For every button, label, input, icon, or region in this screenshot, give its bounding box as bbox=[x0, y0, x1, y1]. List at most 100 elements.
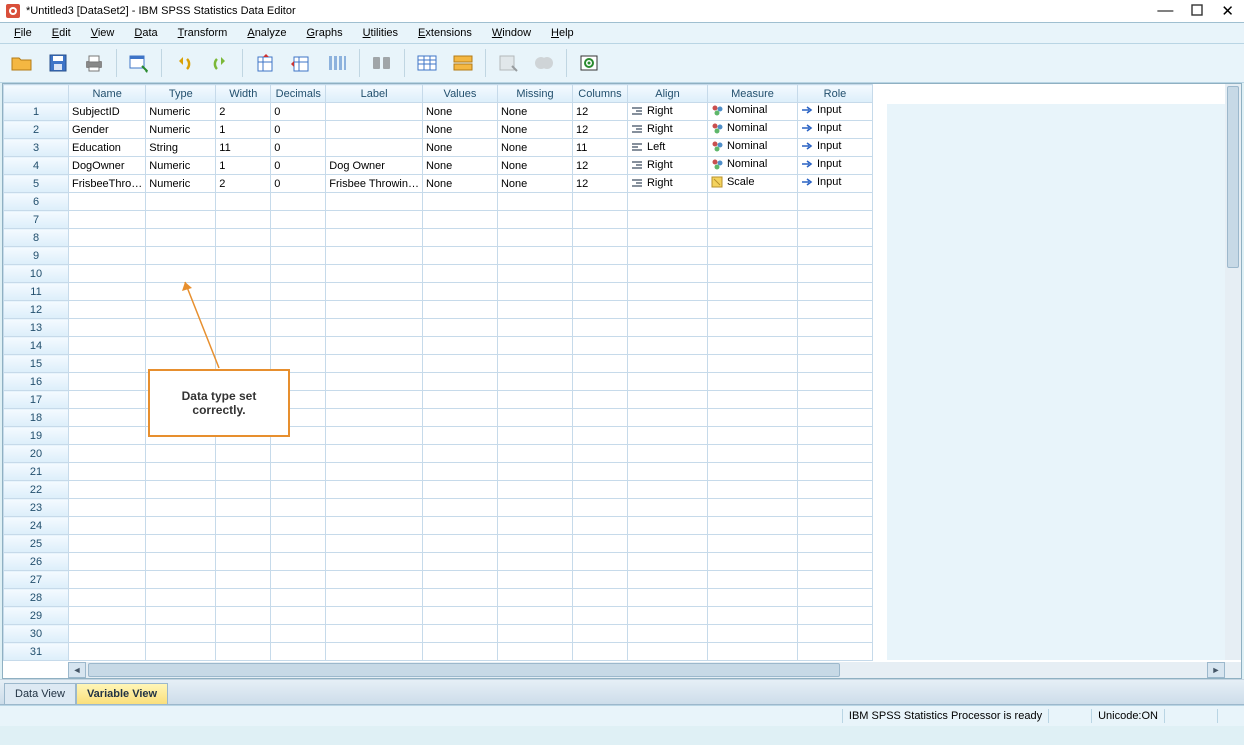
empty-cell[interactable] bbox=[271, 517, 326, 535]
cell-missing[interactable]: None bbox=[497, 103, 572, 121]
empty-cell[interactable] bbox=[146, 535, 216, 553]
empty-cell[interactable] bbox=[572, 283, 627, 301]
empty-cell[interactable] bbox=[69, 283, 146, 301]
cell-width[interactable]: 2 bbox=[216, 175, 271, 193]
cell-columns[interactable]: 12 bbox=[572, 103, 627, 121]
empty-cell[interactable] bbox=[271, 499, 326, 517]
empty-cell[interactable] bbox=[326, 337, 423, 355]
empty-cell[interactable] bbox=[797, 229, 872, 247]
row-header[interactable]: 27 bbox=[4, 571, 69, 589]
row-header[interactable]: 6 bbox=[4, 193, 69, 211]
empty-cell[interactable] bbox=[797, 337, 872, 355]
cell-type[interactable]: String bbox=[146, 139, 216, 157]
row-header[interactable]: 1 bbox=[4, 103, 69, 121]
empty-cell[interactable] bbox=[497, 553, 572, 571]
empty-cell[interactable] bbox=[69, 247, 146, 265]
empty-cell[interactable] bbox=[326, 553, 423, 571]
empty-cell[interactable] bbox=[497, 319, 572, 337]
empty-cell[interactable] bbox=[216, 265, 271, 283]
cell-label[interactable] bbox=[326, 103, 423, 121]
empty-cell[interactable] bbox=[572, 535, 627, 553]
empty-cell[interactable] bbox=[422, 229, 497, 247]
empty-cell[interactable] bbox=[497, 499, 572, 517]
empty-cell[interactable] bbox=[216, 481, 271, 499]
cell-columns[interactable]: 11 bbox=[572, 139, 627, 157]
row-header[interactable]: 12 bbox=[4, 301, 69, 319]
empty-cell[interactable] bbox=[797, 211, 872, 229]
row-header[interactable]: 17 bbox=[4, 391, 69, 409]
row-header[interactable]: 8 bbox=[4, 229, 69, 247]
empty-cell[interactable] bbox=[69, 373, 146, 391]
cell-missing[interactable]: None bbox=[497, 175, 572, 193]
empty-cell[interactable] bbox=[326, 643, 423, 661]
empty-cell[interactable] bbox=[572, 607, 627, 625]
empty-cell[interactable] bbox=[69, 553, 146, 571]
empty-cell[interactable] bbox=[572, 643, 627, 661]
empty-cell[interactable] bbox=[69, 499, 146, 517]
empty-cell[interactable] bbox=[707, 625, 797, 643]
empty-cell[interactable] bbox=[216, 499, 271, 517]
empty-cell[interactable] bbox=[271, 481, 326, 499]
empty-cell[interactable] bbox=[69, 481, 146, 499]
cell-measure[interactable]: Nominal bbox=[707, 103, 797, 121]
empty-cell[interactable] bbox=[797, 355, 872, 373]
empty-cell[interactable] bbox=[797, 589, 872, 607]
empty-cell[interactable] bbox=[326, 211, 423, 229]
empty-cell[interactable] bbox=[707, 553, 797, 571]
empty-cell[interactable] bbox=[326, 193, 423, 211]
empty-cell[interactable] bbox=[707, 607, 797, 625]
empty-cell[interactable] bbox=[69, 571, 146, 589]
row-header[interactable]: 13 bbox=[4, 319, 69, 337]
cell-decimals[interactable]: 0 bbox=[271, 157, 326, 175]
empty-cell[interactable] bbox=[422, 211, 497, 229]
empty-cell[interactable] bbox=[422, 607, 497, 625]
empty-cell[interactable] bbox=[271, 463, 326, 481]
empty-cell[interactable] bbox=[326, 355, 423, 373]
open-button[interactable] bbox=[6, 48, 38, 78]
cell-missing[interactable]: None bbox=[497, 157, 572, 175]
empty-cell[interactable] bbox=[69, 427, 146, 445]
cell-label[interactable] bbox=[326, 139, 423, 157]
empty-cell[interactable] bbox=[216, 625, 271, 643]
empty-cell[interactable] bbox=[627, 229, 707, 247]
value-labels-button[interactable] bbox=[528, 48, 560, 78]
row-header[interactable]: 19 bbox=[4, 427, 69, 445]
empty-cell[interactable] bbox=[146, 625, 216, 643]
empty-cell[interactable] bbox=[572, 445, 627, 463]
empty-cell[interactable] bbox=[497, 571, 572, 589]
empty-cell[interactable] bbox=[69, 445, 146, 463]
empty-cell[interactable] bbox=[497, 607, 572, 625]
row-header[interactable]: 23 bbox=[4, 499, 69, 517]
empty-cell[interactable] bbox=[69, 463, 146, 481]
cell-values[interactable]: None bbox=[422, 175, 497, 193]
empty-cell[interactable] bbox=[326, 247, 423, 265]
empty-cell[interactable] bbox=[497, 517, 572, 535]
empty-cell[interactable] bbox=[707, 571, 797, 589]
empty-cell[interactable] bbox=[707, 535, 797, 553]
row-header[interactable]: 22 bbox=[4, 481, 69, 499]
empty-cell[interactable] bbox=[422, 373, 497, 391]
empty-cell[interactable] bbox=[707, 589, 797, 607]
empty-cell[interactable] bbox=[497, 229, 572, 247]
cell-values[interactable]: None bbox=[422, 121, 497, 139]
cell-decimals[interactable]: 0 bbox=[271, 103, 326, 121]
empty-cell[interactable] bbox=[627, 517, 707, 535]
cell-decimals[interactable]: 0 bbox=[271, 121, 326, 139]
empty-cell[interactable] bbox=[797, 499, 872, 517]
empty-cell[interactable] bbox=[216, 283, 271, 301]
empty-cell[interactable] bbox=[422, 337, 497, 355]
empty-cell[interactable] bbox=[707, 463, 797, 481]
redo-button[interactable] bbox=[204, 48, 236, 78]
empty-cell[interactable] bbox=[146, 553, 216, 571]
scroll-right-button[interactable]: ► bbox=[1207, 662, 1225, 678]
empty-cell[interactable] bbox=[422, 463, 497, 481]
cell-role[interactable]: Input bbox=[797, 121, 872, 139]
cell-name[interactable]: Education bbox=[69, 139, 146, 157]
empty-cell[interactable] bbox=[216, 589, 271, 607]
empty-cell[interactable] bbox=[216, 319, 271, 337]
select-cases-button[interactable] bbox=[492, 48, 524, 78]
col-header-decimals[interactable]: Decimals bbox=[271, 85, 326, 103]
empty-cell[interactable] bbox=[707, 337, 797, 355]
empty-cell[interactable] bbox=[627, 625, 707, 643]
cell-type[interactable]: Numeric bbox=[146, 175, 216, 193]
